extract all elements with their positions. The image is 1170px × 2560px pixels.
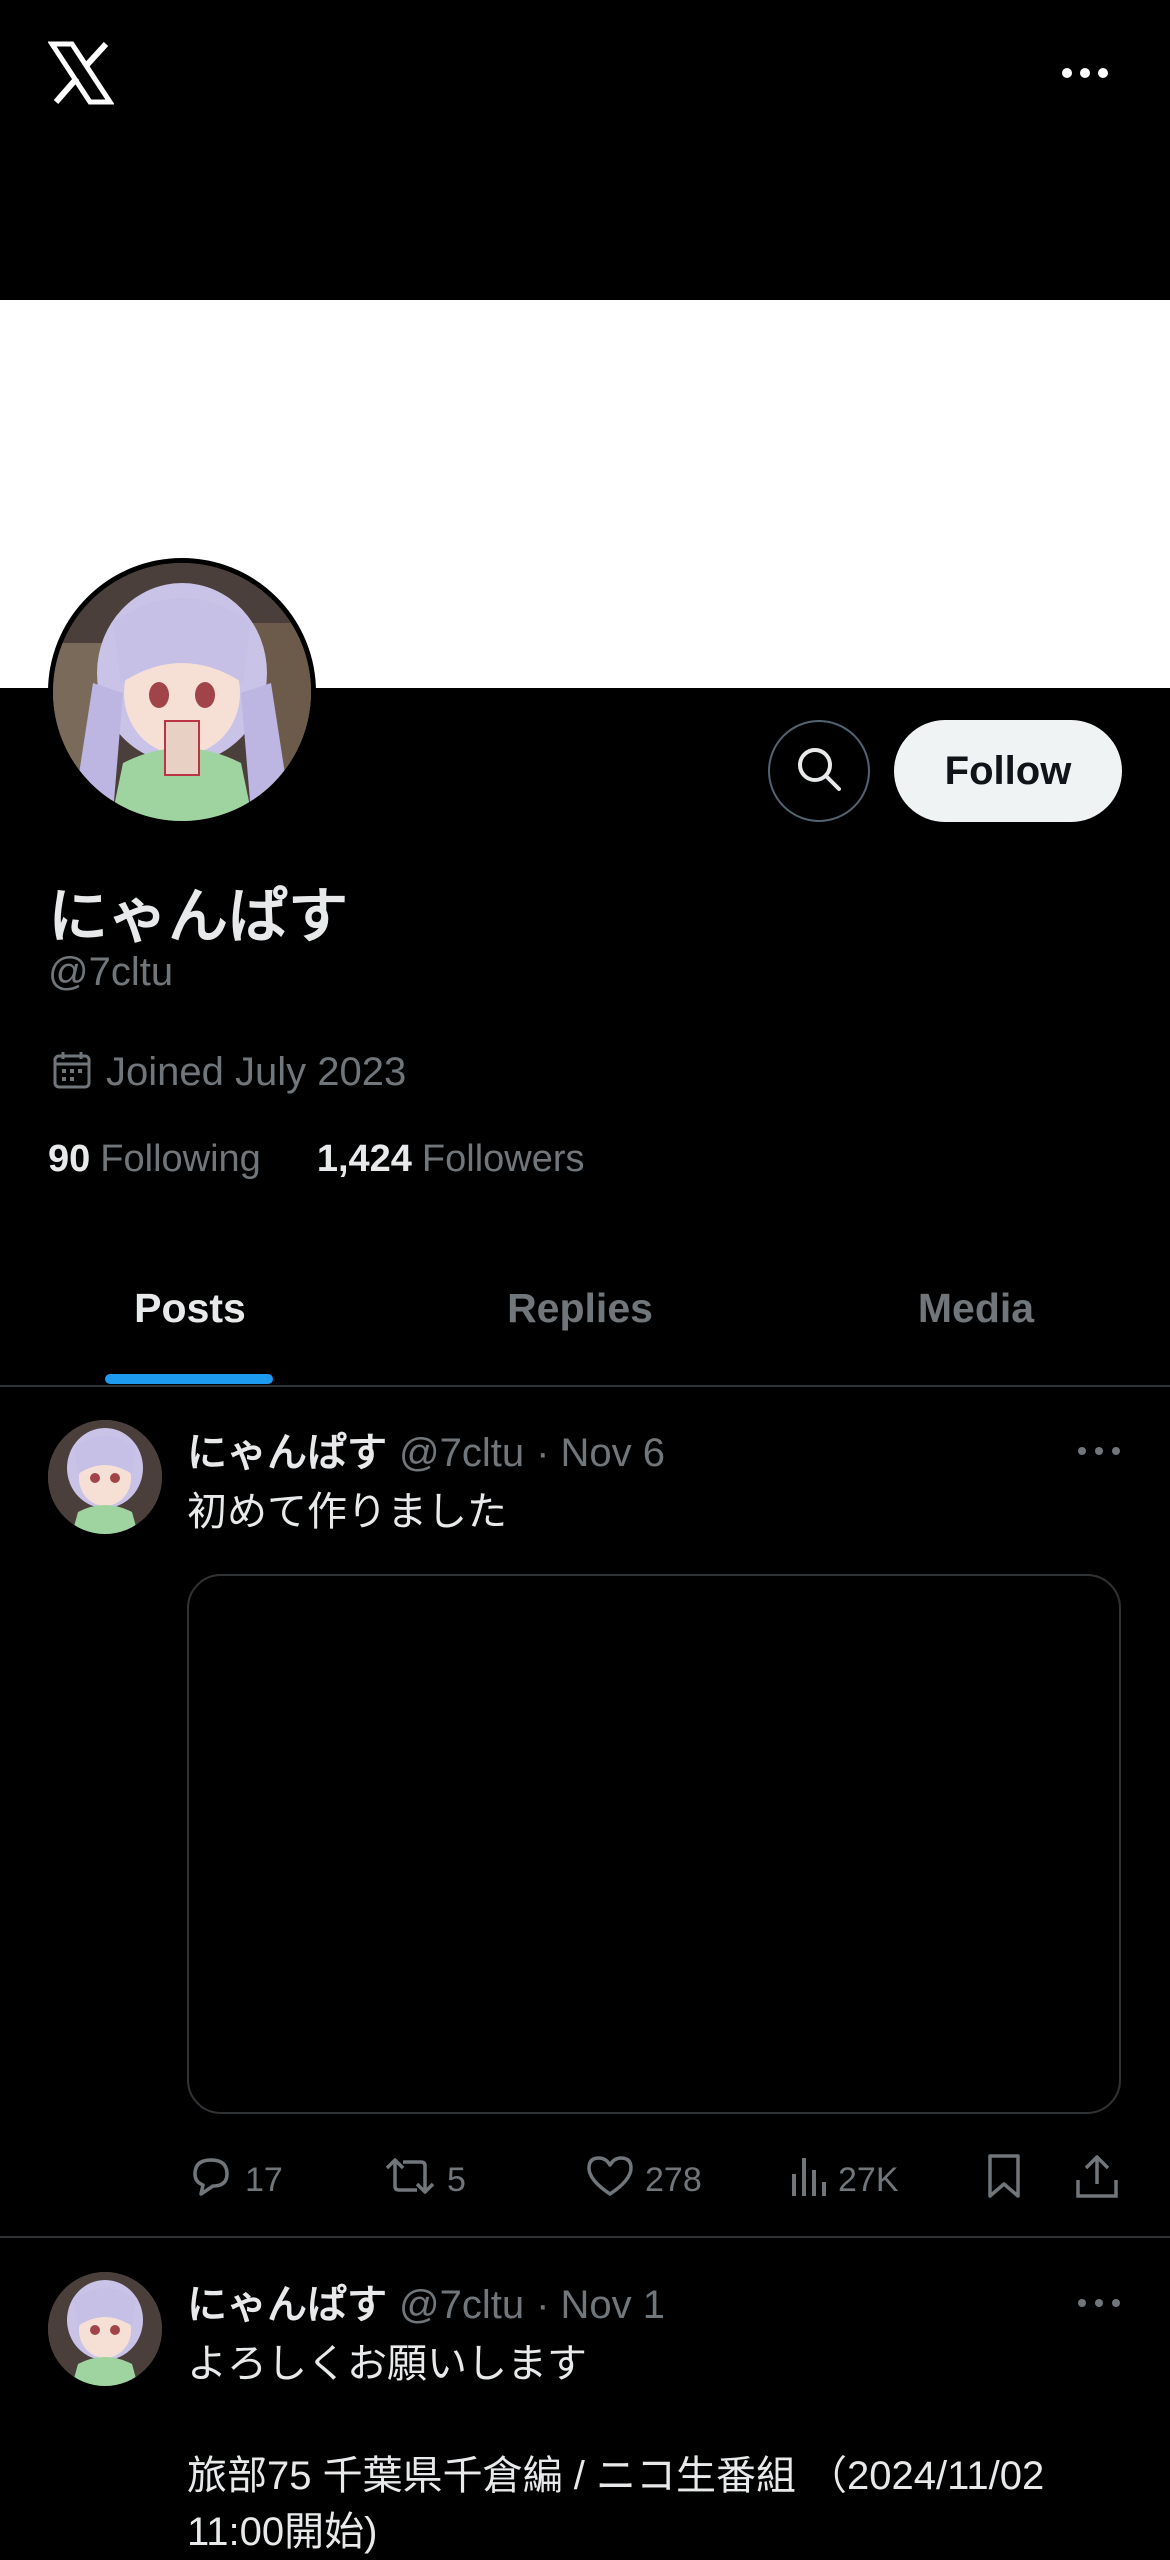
like-icon — [585, 2152, 635, 2209]
views-button[interactable]: 27K — [788, 2152, 899, 2209]
search-button[interactable] — [768, 720, 870, 822]
like-count: 278 — [645, 2161, 702, 2199]
active-tab-indicator — [105, 1374, 273, 1384]
following-count: 90 — [48, 1138, 91, 1180]
following-link[interactable]: 90 Following — [48, 1138, 261, 1181]
post-text: 初めて作りました — [187, 1490, 507, 1534]
post-header: にゃんぱす @7cltu · Nov 6 — [187, 1420, 665, 1478]
post-more-icon[interactable] — [1076, 1444, 1122, 1458]
followers-link[interactable]: 1,424 Followers — [317, 1138, 585, 1181]
post-text-line: 旅部75 千葉県千倉編 / ニコ生番組 （2024/11/02 — [187, 2454, 1045, 2498]
repost-count: 5 — [447, 2161, 466, 2199]
post-header: にゃんぱす @7cltu · Nov 1 — [187, 2272, 665, 2330]
share-icon[interactable] — [1074, 2152, 1120, 2200]
more-icon[interactable] — [1060, 58, 1110, 88]
post-media[interactable] — [187, 1574, 1121, 2114]
tab-media[interactable]: Media — [876, 1285, 1076, 1332]
joined-date: Joined July 2023 — [106, 1050, 407, 1094]
post-date[interactable]: · Nov 1 — [536, 2283, 665, 2328]
divider — [0, 1385, 1170, 1387]
following-label: Following — [100, 1138, 261, 1180]
bookmark-icon[interactable] — [984, 2152, 1024, 2200]
post-author-name[interactable]: にゃんぱす — [187, 1420, 387, 1478]
tab-replies[interactable]: Replies — [480, 1285, 680, 1332]
post-text-line: 11:00開始) — [187, 2510, 378, 2554]
post-author-handle[interactable]: @7cltu — [399, 2283, 524, 2328]
reply-count: 17 — [245, 2161, 283, 2199]
display-name: にゃんぱす — [48, 883, 348, 950]
follow-stats: 90 Following 1,424 Followers — [48, 1138, 585, 1181]
joined-row: Joined July 2023 — [52, 1050, 406, 1095]
post-avatar[interactable] — [48, 1420, 162, 1534]
post-avatar[interactable] — [48, 2272, 162, 2386]
tab-posts[interactable]: Posts — [90, 1285, 290, 1332]
avatar[interactable] — [48, 558, 316, 826]
post-author-name[interactable]: にゃんぱす — [187, 2272, 387, 2330]
search-icon — [794, 744, 844, 799]
followers-count: 1,424 — [316, 1138, 412, 1180]
followers-label: Followers — [421, 1138, 585, 1180]
divider — [0, 2236, 1170, 2238]
views-icon — [788, 2152, 828, 2209]
follow-button[interactable]: Follow — [894, 720, 1122, 822]
like-button[interactable]: 278 — [585, 2152, 702, 2209]
post-author-handle[interactable]: @7cltu — [399, 1431, 524, 1476]
x-logo-icon[interactable] — [47, 40, 115, 106]
post-date[interactable]: · Nov 6 — [536, 1431, 665, 1476]
handle: @7cltu — [48, 950, 174, 994]
repost-button[interactable]: 5 — [383, 2152, 466, 2209]
calendar-icon — [52, 1050, 92, 1095]
reply-icon — [187, 2152, 235, 2209]
repost-icon — [383, 2152, 437, 2209]
post-more-icon[interactable] — [1076, 2296, 1122, 2310]
views-count: 27K — [838, 2161, 899, 2199]
reply-button[interactable]: 17 — [187, 2152, 283, 2209]
post-text: よろしくお願いします — [187, 2342, 587, 2386]
